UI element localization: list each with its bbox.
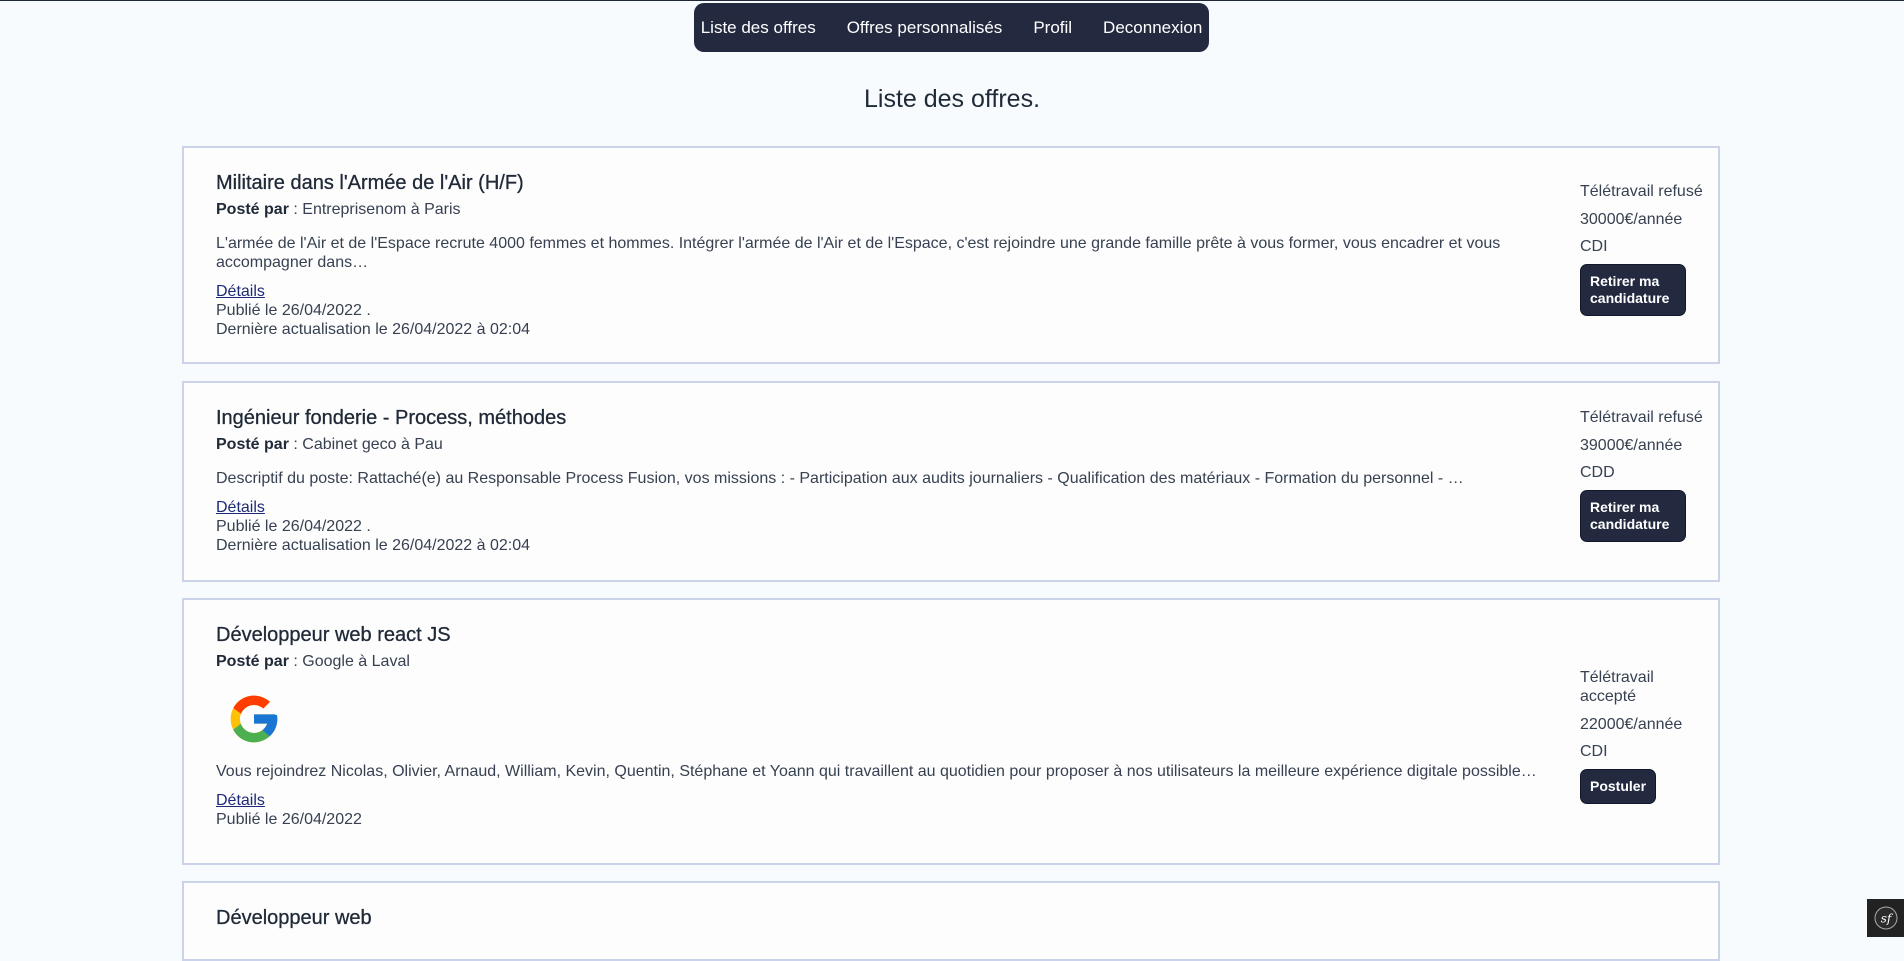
withdraw-application-button[interactable]: Retirer ma candidature <box>1580 490 1686 542</box>
offer-company: Google à Laval <box>302 653 410 670</box>
offer-card: Développeur web react JS Posté par : Goo… <box>182 598 1720 865</box>
offer-side-info: Télétravail refusé 39000€/année CDD Reti… <box>1580 408 1710 542</box>
offer-details-link[interactable]: Détails <box>216 792 1541 810</box>
offer-salary: 30000€/année <box>1580 211 1683 228</box>
offer-telework: Télétravail refusé <box>1580 183 1703 200</box>
offer-posted-by: Posté par : Cabinet geco à Pau <box>216 436 443 453</box>
offer-contract-type: CDI <box>1580 743 1608 760</box>
offer-telework: Télétravail refusé <box>1580 409 1703 426</box>
offer-card: Ingénieur fonderie - Process, méthodes P… <box>182 381 1720 582</box>
nav-liste-des-offres[interactable]: Liste des offres <box>685 18 831 38</box>
withdraw-application-button[interactable]: Retirer ma candidature <box>1580 264 1686 316</box>
offer-posted-by: Posté par : Entreprisenom à Paris <box>216 201 461 218</box>
offer-contract-type: CDD <box>1580 464 1615 481</box>
offer-card: Militaire dans l'Armée de l'Air (H/F) Po… <box>182 146 1720 364</box>
offer-card: Développeur web <box>182 881 1720 961</box>
offer-description: L'armée de l'Air et de l'Espace recrute … <box>216 235 1501 271</box>
symfony-icon[interactable]: sf <box>1867 899 1904 937</box>
offer-published-date: Publié le 26/04/2022 . <box>216 302 371 319</box>
page-title: Liste des offres. <box>863 85 1041 113</box>
posted-by-label: Posté par <box>216 436 289 453</box>
google-logo-icon <box>226 691 282 747</box>
apply-button[interactable]: Postuler <box>1580 769 1657 804</box>
nav-offres-personnalises[interactable]: Offres personnalisés <box>831 18 1018 38</box>
offer-description: Descriptif du poste: Rattaché(e) au Resp… <box>216 470 1464 487</box>
offer-title: Militaire dans l'Armée de l'Air (H/F) <box>216 172 524 194</box>
offer-published-date: Publié le 26/04/2022 <box>216 811 362 828</box>
main-navbar: Liste des offres Offres personnalisés Pr… <box>694 3 1209 52</box>
offer-posted-by: Posté par : Google à Laval <box>216 653 410 670</box>
offer-telework: Télétravail accepté <box>1580 669 1654 705</box>
offer-title: Ingénieur fonderie - Process, méthodes <box>216 407 567 429</box>
offer-details-link[interactable]: Détails <box>216 499 1541 517</box>
offer-title: Développeur web react JS <box>216 624 451 646</box>
offer-title: Développeur web <box>216 907 372 929</box>
offer-side-info: Télétravail accepté 22000€/année CDI Pos… <box>1580 668 1710 804</box>
offer-description: Vous rejoindrez Nicolas, Olivier, Arnaud… <box>216 763 1541 780</box>
offer-updated-date: Dernière actualisation le 26/04/2022 à 0… <box>216 321 530 338</box>
offer-updated-date: Dernière actualisation le 26/04/2022 à 0… <box>216 537 530 554</box>
offer-salary: 39000€/année <box>1580 437 1683 454</box>
nav-deconnexion[interactable]: Deconnexion <box>1088 18 1218 38</box>
offer-published-date: Publié le 26/04/2022 . <box>216 518 371 535</box>
offer-side-info: Télétravail refusé 30000€/année CDI Reti… <box>1580 182 1710 316</box>
offer-contract-type: CDI <box>1580 238 1608 255</box>
posted-by-label: Posté par <box>216 201 289 218</box>
posted-by-label: Posté par <box>216 653 289 670</box>
offer-company: Entreprisenom à Paris <box>302 201 461 218</box>
offer-salary: 22000€/année <box>1580 716 1683 733</box>
offer-details-link[interactable]: Détails <box>216 283 1541 301</box>
nav-profil[interactable]: Profil <box>1018 18 1088 38</box>
offer-company: Cabinet geco à Pau <box>302 436 443 453</box>
